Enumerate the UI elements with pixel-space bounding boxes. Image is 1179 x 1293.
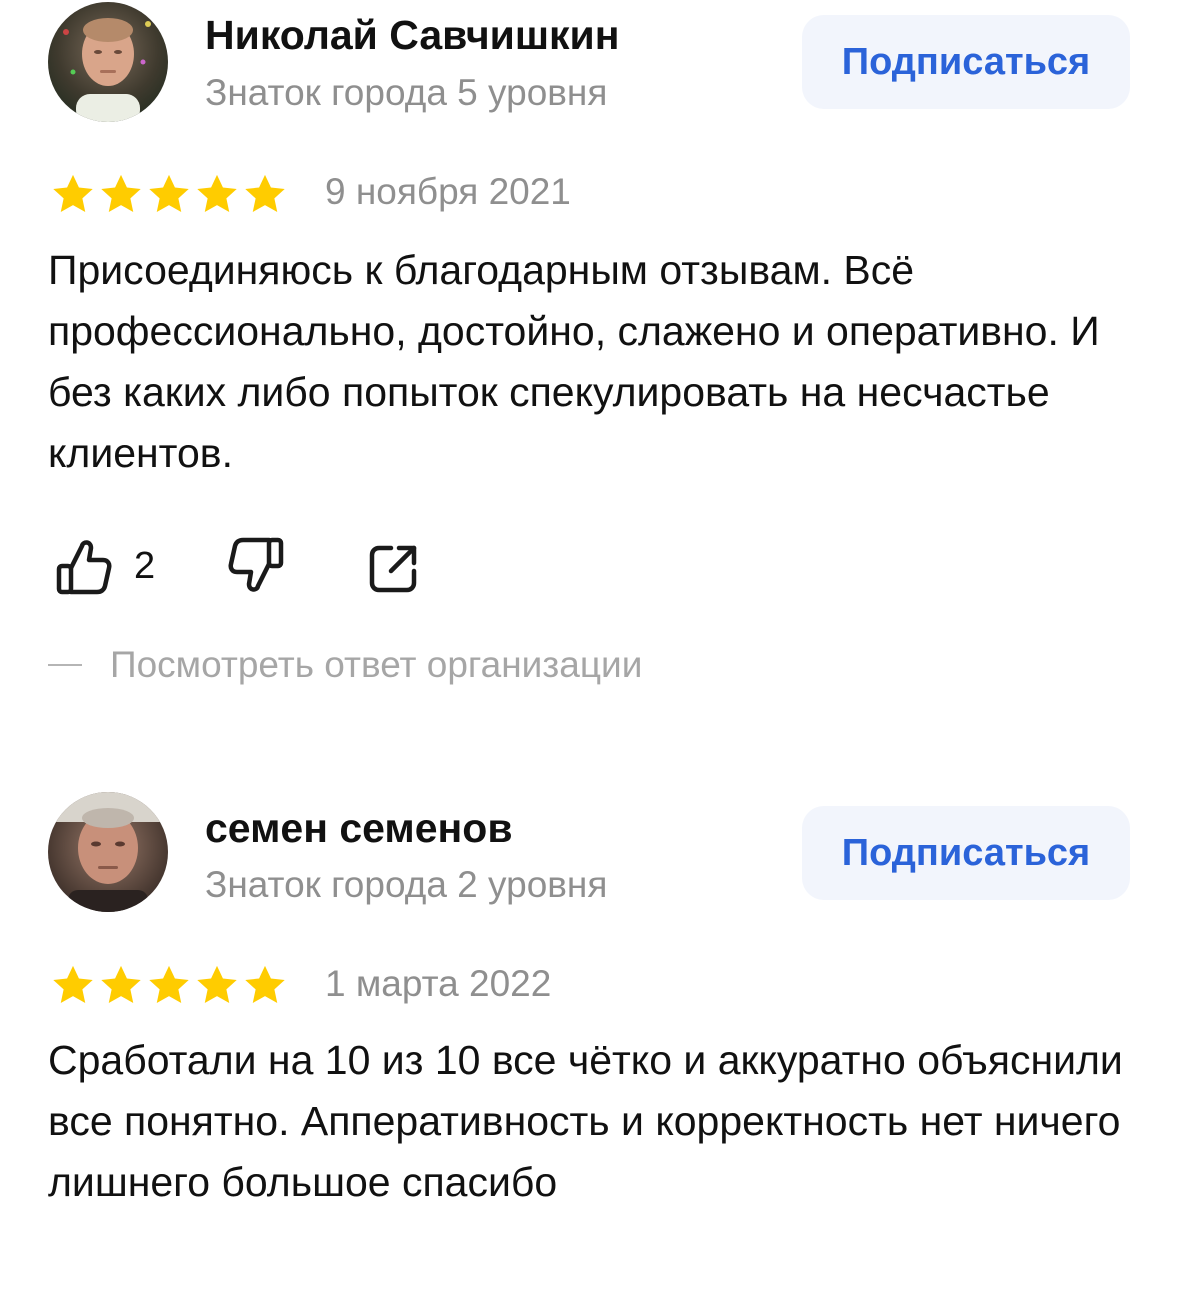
star-icon (194, 172, 240, 216)
thumbs-up-icon (56, 536, 112, 596)
author-name[interactable]: Николай Савчишкин (205, 15, 619, 56)
star-icon (242, 963, 288, 1007)
like-button[interactable]: 2 (56, 536, 155, 596)
star-icon (146, 963, 192, 1007)
rating-stars (50, 963, 288, 1007)
like-count: 2 (134, 544, 156, 587)
star-icon (146, 172, 192, 216)
org-reply-label: Посмотреть ответ организации (110, 644, 643, 685)
review-card: семен семенов Знаток города 2 уровня Под… (0, 790, 1179, 1293)
review-text: Сработали на 10 из 10 все чётко и аккура… (48, 1037, 1123, 1205)
star-icon (242, 172, 288, 216)
author-level: Знаток города 5 уровня (205, 72, 608, 113)
avatar[interactable] (48, 792, 168, 912)
avatar[interactable] (48, 2, 168, 122)
review-date: 9 ноября 2021 (325, 171, 571, 212)
star-icon (50, 172, 96, 216)
dislike-button[interactable] (228, 536, 284, 596)
share-icon (369, 544, 419, 594)
review-card: Николай Савчишкин Знаток города 5 уровня… (0, 0, 1179, 720)
subscribe-button[interactable]: Подписаться (802, 806, 1130, 900)
star-icon (98, 172, 144, 216)
share-button[interactable] (369, 544, 419, 594)
subscribe-button[interactable]: Подписаться (802, 15, 1130, 109)
thumbs-down-icon (228, 536, 284, 596)
rating-stars (50, 172, 288, 216)
author-level: Знаток города 2 уровня (205, 864, 608, 905)
star-icon (194, 963, 240, 1007)
review-text: Присоединяюсь к благодарным отзывам. Всё… (48, 247, 1100, 476)
star-icon (50, 963, 96, 1007)
star-icon (98, 963, 144, 1007)
dash-divider (48, 664, 82, 667)
review-date: 1 марта 2022 (325, 963, 552, 1004)
author-name[interactable]: семен семенов (205, 808, 513, 849)
org-reply-link[interactable]: Посмотреть ответ организации (48, 646, 642, 683)
